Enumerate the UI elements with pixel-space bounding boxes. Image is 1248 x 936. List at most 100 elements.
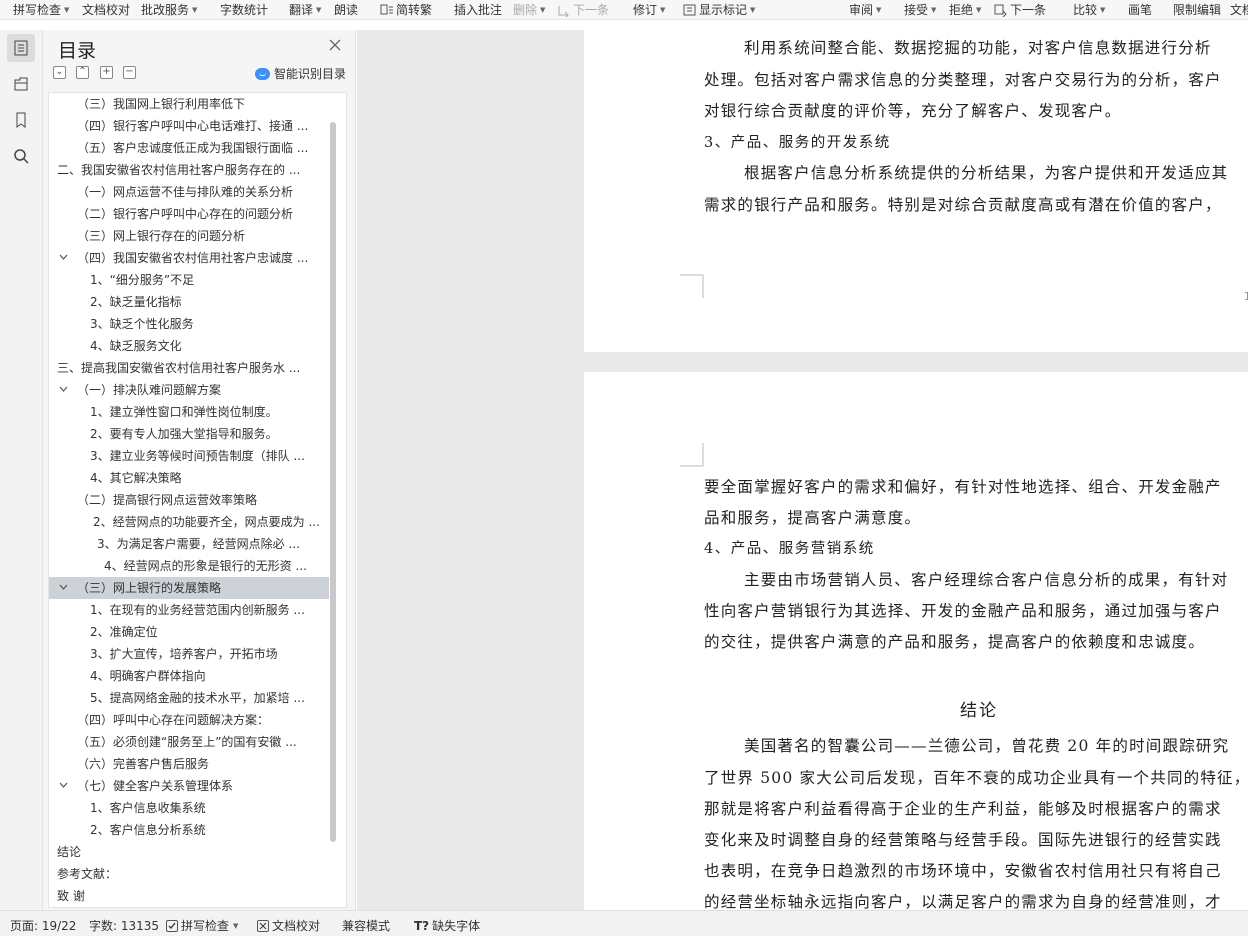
- toc-item[interactable]: 4、明确客户群体指向: [49, 665, 329, 687]
- toc-item[interactable]: （一）排决队难问题解方案: [49, 379, 329, 401]
- toc-nav-button[interactable]: [7, 34, 35, 62]
- expand-all-icon[interactable]: ⌄: [53, 66, 66, 79]
- review-button[interactable]: 审阅 ▼: [849, 1, 881, 19]
- chevron-down-icon[interactable]: [59, 254, 68, 260]
- toc-item-label: （一）网点运营不佳与排队难的关系分析: [77, 185, 294, 199]
- doc-button[interactable]: 文档: [1230, 1, 1248, 19]
- toc-item[interactable]: （五）客户忠诚度低正成为我国银行面临 ...: [49, 137, 329, 159]
- chevron-down-icon: ▼: [64, 6, 70, 14]
- toc-item[interactable]: （四）银行客户呼叫中心电话难打、接通 ...: [49, 115, 329, 137]
- page-indicator[interactable]: 页面: 19/22: [10, 917, 76, 934]
- body-text-line: 需求的银行产品和服务。特别是对综合贡献度高或有潜在价值的客户，: [704, 196, 1222, 214]
- chevron-down-icon[interactable]: [59, 584, 68, 590]
- close-icon[interactable]: [328, 38, 342, 52]
- toc-item[interactable]: 参考文献：: [49, 863, 329, 885]
- chevron-down-icon[interactable]: [59, 782, 68, 788]
- toc-item[interactable]: （五）必须创建“服务至上”的国有安徽 ...: [49, 731, 329, 753]
- toc-item[interactable]: 2、经营网点的功能要齐全，网点要成为 ...: [49, 511, 329, 533]
- toc-item-label: （四）我国安徽省农村信用社客户忠诚度 ...: [77, 251, 309, 265]
- insert-comment-button[interactable]: 插入批注: [454, 1, 502, 19]
- track-changes-button[interactable]: 修订 ▼: [633, 1, 665, 19]
- toc-list: （三）我国网上银行利用率低下 （四）银行客户呼叫中心电话难打、接通 ... （五）客…: [48, 92, 347, 908]
- toc-item[interactable]: 2、缺乏量化指标: [49, 291, 329, 313]
- toc-item[interactable]: 3、建立业务等候时间预告制度（排队 ...: [49, 445, 329, 467]
- word-count-indicator[interactable]: 字数: 13135: [89, 917, 159, 934]
- translate-button[interactable]: 翻译 ▼: [289, 1, 321, 19]
- collapse-all-icon[interactable]: ⌃: [76, 66, 89, 79]
- section-heading: 3、产品、服务的开发系统: [704, 135, 891, 151]
- proofread-icon: [257, 919, 269, 932]
- toc-panel: 目录 ⌄ ⌃ + − 智能识别目录 （三）我国网上银行利用率低下 （四）银行客户呼…: [43, 30, 356, 910]
- spell-check-button[interactable]: 拼写检查 ▼: [13, 1, 69, 19]
- spell-check-status[interactable]: 拼写检查 ▼: [166, 917, 238, 934]
- bookmark-nav-button[interactable]: [7, 106, 35, 134]
- toc-item[interactable]: 3、缺乏个性化服务: [49, 313, 329, 335]
- toc-item-label: 4、缺乏服务文化: [90, 339, 182, 353]
- missing-font-status[interactable]: T? 缺失字体: [414, 917, 480, 934]
- next-comment-button[interactable]: 下一条: [557, 1, 609, 19]
- toc-item[interactable]: （三）网上银行的发展策略: [49, 577, 329, 599]
- doc-proofread-button[interactable]: 文档校对: [82, 1, 130, 19]
- toc-item[interactable]: （七）健全客户关系管理体系: [49, 775, 329, 797]
- toc-item[interactable]: 3、为满足客户需要，经营网点除必 ...: [49, 533, 329, 555]
- toc-item[interactable]: 1、在现有的业务经营范围内创新服务 ...: [49, 599, 329, 621]
- add-level-icon[interactable]: +: [100, 66, 113, 79]
- toc-item[interactable]: 致 谢: [49, 885, 329, 907]
- chevron-down-icon: ▼: [540, 6, 546, 14]
- toc-item[interactable]: 2、客户信息分析系统: [49, 819, 329, 841]
- toc-item[interactable]: 三、提高我国安徽省农村信用社客户服务水 ...: [49, 357, 329, 379]
- toc-item[interactable]: 4、经营网点的形象是银行的无形资 ...: [49, 555, 329, 577]
- document-page[interactable]: 要全面掌握好客户的需求和偏好，有针对性地选择、组合、开发金融产 品和服务，提高客…: [584, 372, 1248, 910]
- pen-button[interactable]: 画笔: [1128, 1, 1152, 19]
- toc-item-label: 2、客户信息分析系统: [90, 823, 206, 837]
- toc-item-label: 3、建立业务等候时间预告制度（排队 ...: [90, 449, 305, 463]
- remove-level-icon[interactable]: −: [123, 66, 136, 79]
- compare-button[interactable]: 比较 ▼: [1073, 1, 1105, 19]
- toc-item[interactable]: （四）呼叫中心存在问题解决方案：: [49, 709, 329, 731]
- toc-item[interactable]: 结论: [49, 841, 329, 863]
- document-canvas: 利用系统间整合能、数据挖掘的功能，对客户信息数据进行分析 处理。包括对客户需求信…: [357, 30, 1248, 910]
- toc-item[interactable]: 2、要有专人加强大堂指导和服务。: [49, 423, 329, 445]
- chapter-nav-button[interactable]: [7, 70, 35, 98]
- chevron-down-icon: ▼: [976, 6, 982, 14]
- toc-item[interactable]: 4、其它解决策略: [49, 467, 329, 489]
- next-change-icon: [994, 4, 1008, 17]
- delete-comment-button[interactable]: 删除 ▼: [513, 1, 545, 19]
- toc-scrollbar[interactable]: [330, 122, 336, 842]
- accept-button[interactable]: 接受 ▼: [904, 1, 936, 19]
- toc-item[interactable]: 1、客户信息收集系统: [49, 797, 329, 819]
- reject-button[interactable]: 拒绝 ▼: [949, 1, 981, 19]
- chevron-down-icon: ▼: [1100, 6, 1106, 14]
- toc-item[interactable]: （三）网上银行存在的问题分析: [49, 225, 329, 247]
- show-markup-button[interactable]: 显示标记 ▼: [683, 1, 755, 19]
- toc-icon: [14, 40, 28, 56]
- toc-item[interactable]: 1、“细分服务”不足: [49, 269, 329, 291]
- toc-item[interactable]: （二）提高银行网点运营效率策略: [49, 489, 329, 511]
- toc-item[interactable]: 3、扩大宣传，培养客户，开拓市场: [49, 643, 329, 665]
- simplified-to-traditional-button[interactable]: 简转繁: [380, 1, 432, 19]
- toc-item[interactable]: （三）我国网上银行利用率低下: [49, 93, 329, 115]
- toc-item[interactable]: （四）我国安徽省农村信用社客户忠诚度 ...: [49, 247, 329, 269]
- toc-item[interactable]: 2、准确定位: [49, 621, 329, 643]
- next-change-button[interactable]: 下一条: [994, 1, 1046, 19]
- toc-item[interactable]: （二）银行客户呼叫中心存在的问题分析: [49, 203, 329, 225]
- chevron-down-icon[interactable]: [59, 386, 68, 392]
- word-count-button[interactable]: 字数统计: [220, 1, 268, 19]
- toc-item-label: 2、缺乏量化指标: [90, 295, 182, 309]
- toc-item[interactable]: （一）网点运营不佳与排队难的关系分析: [49, 181, 329, 203]
- search-nav-button[interactable]: [7, 142, 35, 170]
- toc-item[interactable]: （六）完善客户售后服务: [49, 753, 329, 775]
- toc-item[interactable]: 1、建立弹性窗口和弹性岗位制度。: [49, 401, 329, 423]
- toc-item-label: （四）呼叫中心存在问题解决方案：: [77, 713, 270, 727]
- toc-item[interactable]: 4、缺乏服务文化: [49, 335, 329, 357]
- smart-toc-button[interactable]: 智能识别目录: [255, 65, 346, 82]
- read-aloud-button[interactable]: 朗读: [334, 1, 358, 19]
- correction-service-button[interactable]: 批改服务 ▼: [141, 1, 197, 19]
- body-text-line: 美国著名的智囊公司——兰德公司，曾花费 20 年的时间跟踪研究: [744, 737, 1230, 755]
- doc-proofread-status[interactable]: 文档校对: [257, 917, 320, 934]
- document-page[interactable]: 利用系统间整合能、数据挖掘的功能，对客户信息数据进行分析 处理。包括对客户需求信…: [584, 30, 1248, 352]
- restrict-editing-button[interactable]: 限制编辑: [1173, 1, 1221, 19]
- toc-item[interactable]: 5、提高网络金融的技术水平，加紧培 ...: [49, 687, 329, 709]
- toc-item[interactable]: 二、我国安徽省农村信用社客户服务存在的 ...: [49, 159, 329, 181]
- toc-item-label: 2、要有专人加强大堂指导和服务。: [90, 427, 278, 441]
